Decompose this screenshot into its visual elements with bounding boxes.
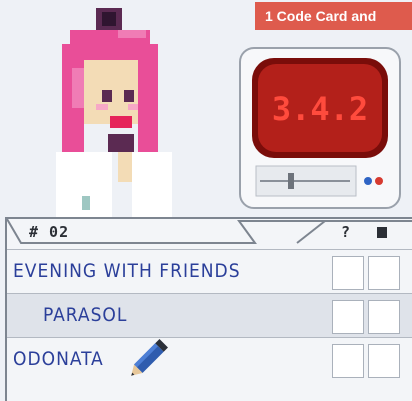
- card-header: # 02 ?: [7, 219, 412, 245]
- pencil-icon[interactable]: [123, 328, 179, 384]
- row-label: ODONATA: [13, 348, 104, 370]
- card-number: # 02: [29, 223, 70, 241]
- monitor-icon: 3.4.2: [239, 47, 401, 209]
- card-row: PARASOL: [7, 293, 412, 337]
- question-mark: ?: [341, 223, 351, 241]
- row-label: EVENING WITH FRIENDS: [13, 260, 241, 282]
- card-row: ODONATA: [7, 337, 412, 381]
- pixel-character: [56, 8, 172, 218]
- rules-banner: 1 Code Card and: [255, 2, 412, 30]
- answer-box-left[interactable]: [332, 256, 364, 290]
- answer-box-right[interactable]: [368, 300, 400, 334]
- answer-box-right[interactable]: [368, 344, 400, 378]
- answer-box-left[interactable]: [332, 344, 364, 378]
- monitor-code: 3.4.2: [272, 90, 368, 128]
- card-icon: [377, 227, 387, 238]
- answer-box-right[interactable]: [368, 256, 400, 290]
- card-row: EVENING WITH FRIENDS: [7, 249, 412, 293]
- answer-box-left[interactable]: [332, 300, 364, 334]
- row-label: PARASOL: [43, 304, 128, 326]
- code-card: # 02 ? EVENING WITH FRIENDS PARASOL ODON…: [5, 217, 412, 401]
